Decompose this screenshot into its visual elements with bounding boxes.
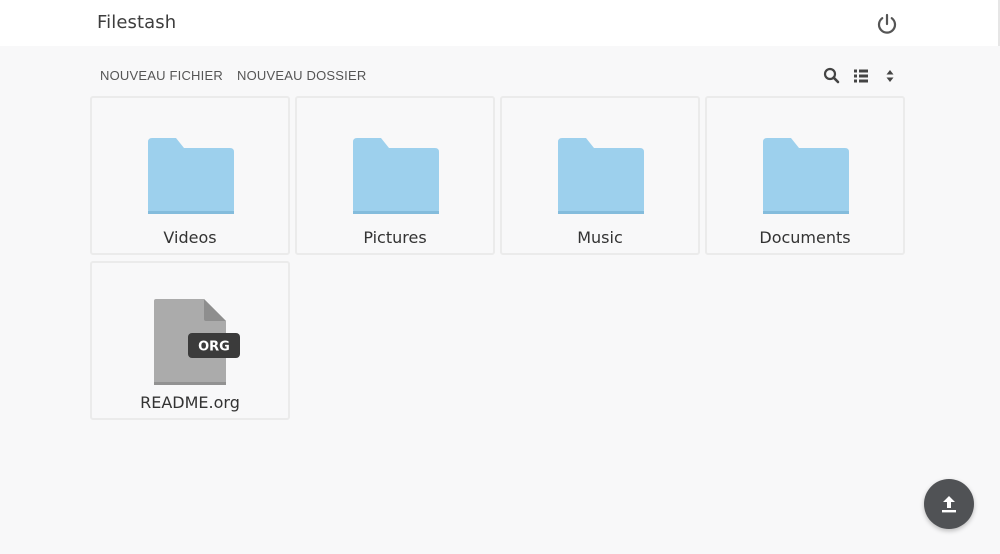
folder-icon (148, 138, 234, 214)
toolbar: NOUVEAU FICHIER NOUVEAU DOSSIER (90, 62, 905, 90)
power-icon (877, 13, 897, 34)
file-tile-documents[interactable]: Documents (705, 96, 905, 255)
file-tile-pictures[interactable]: Pictures (295, 96, 495, 255)
top-bar: Filestash (0, 0, 1000, 46)
file-name: README.org (140, 393, 240, 412)
logout-button[interactable] (875, 12, 899, 36)
upload-button[interactable] (924, 479, 974, 529)
new-folder-button[interactable]: NOUVEAU DOSSIER (237, 68, 366, 83)
app-title[interactable]: Filestash (97, 12, 176, 33)
file-name: Videos (163, 228, 217, 247)
folder-icon (558, 138, 644, 214)
file-tile-readme[interactable]: ORG README.org (90, 261, 290, 420)
search-button[interactable] (822, 66, 842, 86)
file-tile-videos[interactable]: Videos (90, 96, 290, 255)
file-name: Pictures (363, 228, 427, 247)
list-view-icon (854, 69, 868, 83)
file-badge: ORG (198, 340, 230, 355)
sort-button[interactable] (880, 66, 900, 86)
upload-icon (942, 496, 956, 513)
search-icon (823, 67, 840, 84)
list-view-button[interactable] (851, 66, 871, 86)
new-file-button[interactable]: NOUVEAU FICHIER (100, 68, 223, 83)
file-name: Documents (759, 228, 851, 247)
file-name: Music (577, 228, 623, 247)
org-file-icon: ORG (154, 299, 240, 385)
file-tile-music[interactable]: Music (500, 96, 700, 255)
folder-icon (353, 138, 439, 214)
folder-icon (763, 138, 849, 214)
sort-icon (886, 70, 894, 82)
